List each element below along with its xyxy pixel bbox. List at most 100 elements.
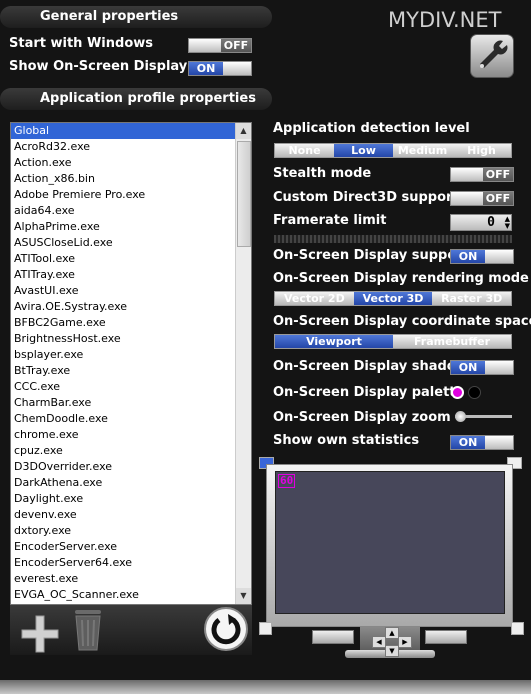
profile-list-item[interactable]: cpuz.exe [11, 443, 235, 459]
detection-level-label: Application detection level [273, 121, 470, 136]
profile-list-item[interactable]: EVGA_OC_Scanner.exe [11, 587, 235, 603]
profile-list-item[interactable]: AvastUI.exe [11, 283, 235, 299]
render-mode-selector[interactable]: Vector 2D Vector 3D Raster 3D [274, 291, 512, 306]
profile-list-item[interactable]: everest.exe [11, 571, 235, 587]
render-option-vector-2d[interactable]: Vector 2D [275, 292, 354, 305]
scroll-thumb[interactable] [237, 141, 251, 247]
profile-list-items: Global AcroRd32.exe Action.exe Action_x86.b… [11, 123, 235, 603]
profile-list-item[interactable]: devenv.exe [11, 507, 235, 523]
detection-option-high[interactable]: High [452, 144, 511, 157]
coord-space-label: On-Screen Display coordinate space [273, 314, 531, 329]
profile-list-item[interactable]: EncoderServer64.exe [11, 555, 235, 571]
framerate-value: 0 [487, 215, 495, 230]
toggle-state: OFF [485, 168, 511, 181]
profile-list-item[interactable]: dxtory.exe [11, 523, 235, 539]
coord-option-framebuffer[interactable]: Framebuffer [393, 335, 511, 348]
detection-option-none[interactable]: None [275, 144, 334, 157]
spin-down-icon[interactable]: ▼ [505, 222, 510, 230]
general-properties-title: General properties [40, 9, 179, 24]
profile-list-item[interactable]: BrightnessHost.exe [11, 331, 235, 347]
toggle-knob [485, 361, 513, 374]
refresh-profiles-button[interactable] [204, 607, 248, 651]
profile-list-item[interactable]: ASUSCloseLid.exe [11, 235, 235, 251]
d3d-support-label: Custom Direct3D support [273, 190, 459, 205]
profile-list-item[interactable]: ChemDoodle.exe [11, 411, 235, 427]
profile-list-item[interactable]: bsplayer.exe [11, 347, 235, 363]
toggle-state: ON [458, 361, 478, 374]
general-properties-header: General properties [0, 6, 272, 28]
move-right-button[interactable]: ▶ [398, 636, 412, 648]
profile-list-item[interactable]: AcroRd32.exe [11, 139, 235, 155]
profile-list-item[interactable]: AlphaPrime.exe [11, 219, 235, 235]
start-with-windows-toggle[interactable]: OFF [188, 38, 252, 53]
profile-list-item[interactable]: BtTray.exe [11, 363, 235, 379]
palette-color-2[interactable] [468, 386, 481, 399]
profile-list-item[interactable]: ATITool.exe [11, 251, 235, 267]
osd-support-label: On-Screen Display support [273, 248, 469, 263]
move-up-button[interactable]: ▲ [385, 627, 399, 639]
preview-corner-handle-br[interactable] [511, 622, 524, 635]
refresh-icon [211, 614, 241, 645]
coord-option-viewport[interactable]: Viewport [275, 335, 393, 348]
profile-list-item[interactable]: Global [11, 123, 235, 139]
toggle-state: ON [196, 62, 216, 75]
render-option-vector-3d[interactable]: Vector 3D [353, 292, 433, 305]
scroll-down-button[interactable]: ▼ [236, 588, 251, 604]
osd-shadow-toggle[interactable]: ON [450, 360, 514, 375]
settings-wrench-button[interactable] [470, 34, 514, 78]
profile-list-item[interactable]: Action_x86.bin [11, 171, 235, 187]
toggle-state: ON [458, 250, 478, 263]
show-osd-toggle[interactable]: ON [188, 61, 252, 76]
profile-list-item[interactable]: CharmBar.exe [11, 395, 235, 411]
wrench-icon [480, 40, 508, 68]
toggle-knob [223, 62, 251, 75]
app-profile-title: Application profile properties [40, 91, 256, 106]
render-mode-label: On-Screen Display rendering mode [273, 271, 529, 286]
trash-icon [75, 610, 101, 651]
profile-list-item[interactable]: Action.exe [11, 155, 235, 171]
stealth-mode-toggle[interactable]: OFF [450, 167, 514, 182]
detection-option-medium[interactable]: Medium [393, 144, 452, 157]
render-option-raster-3d[interactable]: Raster 3D [432, 292, 511, 305]
d3d-support-toggle[interactable]: OFF [450, 191, 514, 206]
bottom-edge-strip [0, 680, 531, 694]
position-x-display [312, 630, 354, 644]
profile-list-item[interactable]: BFBC2Game.exe [11, 315, 235, 331]
profile-list-item[interactable]: chrome.exe [11, 427, 235, 443]
profile-scrollbar[interactable]: ▲ ▼ [235, 123, 251, 604]
toggle-knob [485, 436, 513, 449]
move-left-button[interactable]: ◀ [372, 636, 386, 648]
delete-profile-button[interactable] [70, 608, 106, 652]
app-profile-header: Application profile properties [0, 88, 272, 110]
section-header-cap [0, 6, 22, 28]
framerate-limit-label: Framerate limit [273, 213, 387, 228]
toggle-knob [451, 168, 483, 181]
stealth-mode-label: Stealth mode [273, 166, 372, 181]
osd-zoom-thumb[interactable] [455, 411, 466, 422]
framerate-spinbox[interactable]: 0 ▲ ▼ [450, 214, 512, 231]
detection-level-selector[interactable]: None Low Medium High [274, 143, 512, 158]
profile-list-item[interactable]: ATITray.exe [11, 267, 235, 283]
detection-option-low[interactable]: Low [334, 144, 393, 157]
osd-shadow-label: On-Screen Display shadow [273, 359, 468, 374]
profile-list-item[interactable]: Avira.OE.Systray.exe [11, 299, 235, 315]
profile-list-item[interactable]: Daylight.exe [11, 491, 235, 507]
profile-list-item[interactable]: DarkAthena.exe [11, 475, 235, 491]
osd-support-toggle[interactable]: ON [450, 249, 514, 264]
profile-list-item[interactable]: CCC.exe [11, 379, 235, 395]
add-profile-button[interactable] [18, 612, 62, 656]
preview-fps-overlay[interactable]: 60 [278, 474, 296, 488]
preview-corner-handle-bl[interactable] [259, 622, 272, 635]
profile-list-item[interactable]: D3DOverrider.exe [11, 459, 235, 475]
plus-icon [21, 615, 59, 653]
scroll-up-button[interactable]: ▲ [236, 123, 251, 139]
profile-list-item[interactable]: aida64.exe [11, 203, 235, 219]
profile-list[interactable]: Global AcroRd32.exe Action.exe Action_x86.b… [10, 122, 252, 605]
show-osd-label: Show On-Screen Display [9, 59, 188, 74]
move-down-button[interactable]: ▼ [385, 645, 399, 657]
profile-list-item[interactable]: EncoderServer.exe [11, 539, 235, 555]
coord-space-selector[interactable]: Viewport Framebuffer [274, 334, 512, 349]
own-stats-toggle[interactable]: ON [450, 435, 514, 450]
palette-color-1[interactable] [451, 386, 464, 399]
profile-list-item[interactable]: Adobe Premiere Pro.exe [11, 187, 235, 203]
